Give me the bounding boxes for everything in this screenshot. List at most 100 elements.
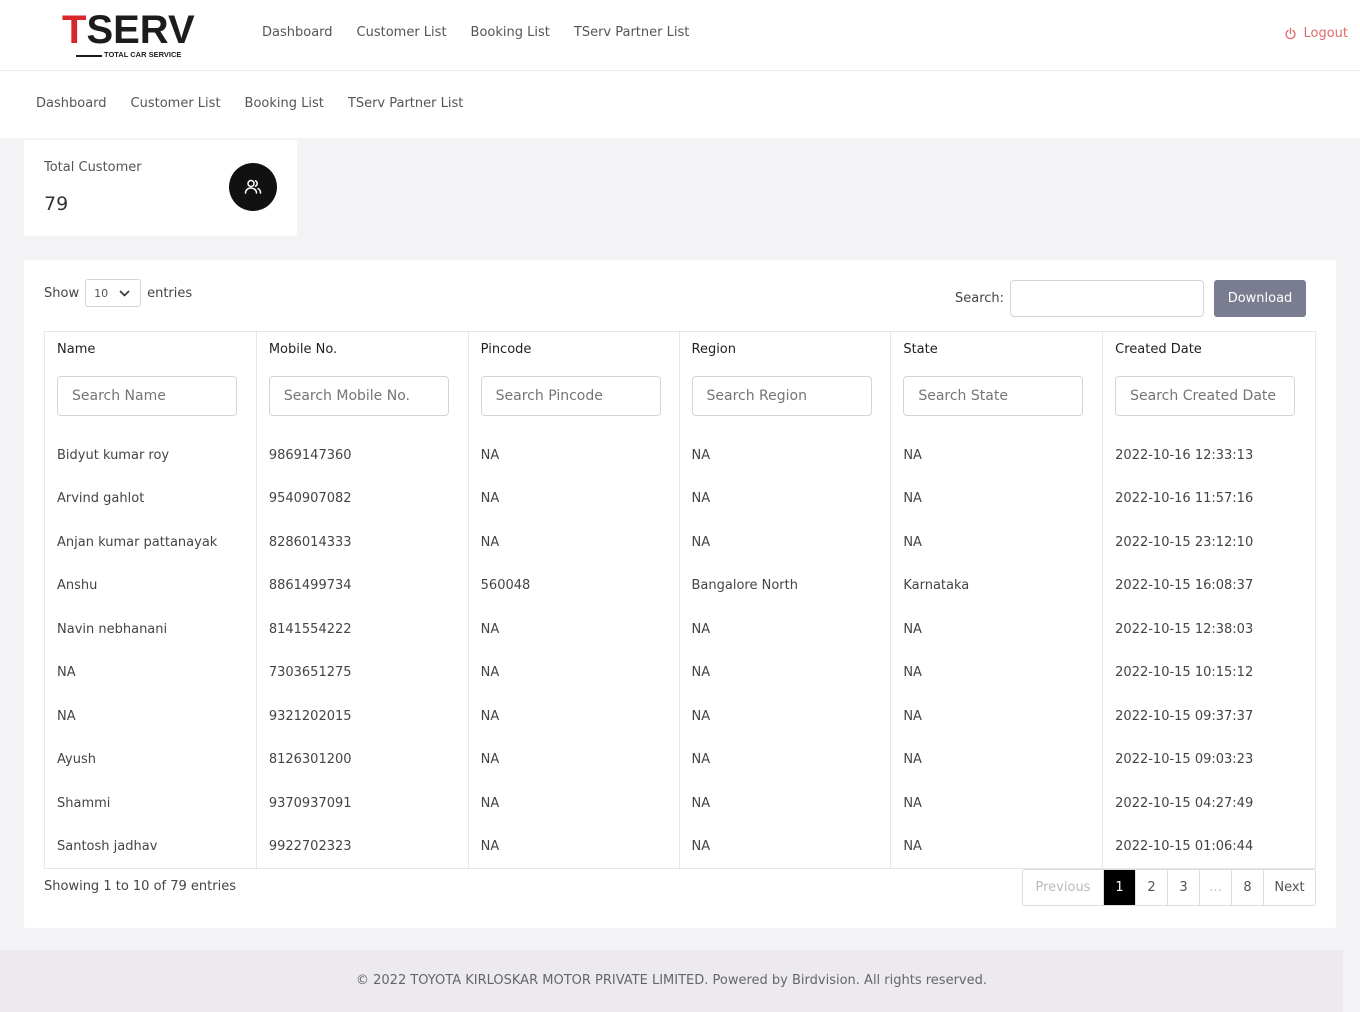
cell-name: Santosh jadhav bbox=[44, 825, 257, 869]
header-pincode[interactable]: Pincode bbox=[467, 331, 679, 376]
cell-state: NA bbox=[890, 781, 1103, 825]
logout-label: Logout bbox=[1303, 26, 1348, 41]
table-row[interactable]: Ayush 8126301200 NA NA NA 2022-10-15 09:03:23 bbox=[44, 738, 1316, 782]
top-nav-dashboard[interactable]: Dashboard bbox=[262, 25, 333, 40]
cell-name: Bidyut kumar roy bbox=[44, 433, 257, 477]
filter-row bbox=[44, 375, 1316, 434]
cell-mobile: 7303651275 bbox=[255, 651, 469, 695]
header-region[interactable]: Region bbox=[678, 331, 891, 376]
table-row[interactable]: Santosh jadhav 9922702323 NA NA NA 2022-10-15… bbox=[44, 825, 1316, 869]
page-1-button[interactable]: 1 bbox=[1103, 870, 1135, 905]
table-row[interactable]: Anshu 8861499734 560048 Bangalore North Karn… bbox=[44, 564, 1316, 608]
cell-state: NA bbox=[890, 520, 1103, 564]
download-button[interactable]: Download bbox=[1214, 280, 1306, 317]
sub-nav-partner-list[interactable]: TServ Partner List bbox=[348, 96, 463, 111]
cell-state: NA bbox=[890, 607, 1103, 651]
cell-state: NA bbox=[890, 825, 1103, 869]
tserv-logo[interactable]: TSERV TOTAL CAR SERVICE bbox=[62, 8, 195, 62]
cell-created-date: 2022-10-16 11:57:16 bbox=[1102, 477, 1316, 521]
search-label: Search: bbox=[955, 291, 1005, 306]
entries-label: entries bbox=[147, 285, 193, 301]
search-state-input[interactable] bbox=[903, 375, 1084, 416]
cell-mobile: 9370937091 bbox=[255, 781, 469, 825]
sub-nav-dashboard[interactable]: Dashboard bbox=[36, 96, 107, 111]
cell-pincode: NA bbox=[467, 781, 679, 825]
show-label: Show bbox=[44, 285, 80, 301]
stat-label: Total Customer bbox=[44, 160, 142, 175]
cell-pincode: NA bbox=[467, 607, 679, 651]
table-row[interactable]: Bidyut kumar roy 9869147360 NA NA NA 2022-10-… bbox=[44, 433, 1316, 477]
sub-nav-customer-list[interactable]: Customer List bbox=[131, 96, 221, 111]
page-8-button[interactable]: 8 bbox=[1231, 870, 1263, 905]
logo-serv: SERV bbox=[86, 8, 195, 52]
logo-tagline: TOTAL CAR SERVICE bbox=[104, 50, 182, 59]
table-row[interactable]: NA 7303651275 NA NA NA 2022-10-15 10:15:12 bbox=[44, 651, 1316, 695]
cell-name: Arvind gahlot bbox=[44, 477, 257, 521]
top-nav-partner-list[interactable]: TServ Partner List bbox=[574, 25, 689, 40]
entries-info: Showing 1 to 10 of 79 entries bbox=[44, 879, 236, 894]
cell-created-date: 2022-10-15 04:27:49 bbox=[1102, 781, 1316, 825]
cell-created-date: 2022-10-15 16:08:37 bbox=[1102, 564, 1316, 608]
search-name-input[interactable] bbox=[57, 375, 237, 416]
cell-state: NA bbox=[890, 738, 1103, 782]
header-state[interactable]: State bbox=[890, 331, 1103, 376]
table-row[interactable]: Anjan kumar pattanayak 8286014333 NA NA NA 20… bbox=[44, 520, 1316, 564]
table-row[interactable]: Shammi 9370937091 NA NA NA 2022-10-15 04:27:4… bbox=[44, 781, 1316, 825]
cell-mobile: 8141554222 bbox=[255, 607, 469, 651]
cell-region: Bangalore North bbox=[678, 564, 891, 608]
show-entries: Show 10 entries bbox=[44, 279, 192, 307]
cell-mobile: 9922702323 bbox=[255, 825, 469, 869]
search-pincode-input[interactable] bbox=[480, 375, 661, 416]
cell-created-date: 2022-10-16 12:33:13 bbox=[1102, 433, 1316, 477]
cell-created-date: 2022-10-15 12:38:03 bbox=[1102, 607, 1316, 651]
entries-select[interactable]: 10 bbox=[85, 279, 142, 307]
cell-state: Karnataka bbox=[890, 564, 1103, 608]
top-nav-customer-list[interactable]: Customer List bbox=[357, 25, 447, 40]
cell-created-date: 2022-10-15 09:37:37 bbox=[1102, 694, 1316, 738]
sub-nav: Dashboard Customer List Booking List TSe… bbox=[36, 96, 463, 111]
footer: © 2022 TOYOTA KIRLOSKAR MOTOR PRIVATE LI… bbox=[0, 950, 1343, 1012]
cell-pincode: NA bbox=[467, 520, 679, 564]
header-mobile[interactable]: Mobile No. bbox=[255, 331, 469, 376]
table-row[interactable]: NA 9321202015 NA NA NA 2022-10-15 09:37:37 bbox=[44, 694, 1316, 738]
logout-button[interactable]: Logout bbox=[1284, 26, 1348, 41]
cell-region: NA bbox=[678, 651, 891, 695]
cell-mobile: 9869147360 bbox=[255, 433, 469, 477]
page-ellipsis: … bbox=[1199, 870, 1231, 905]
cell-state: NA bbox=[890, 651, 1103, 695]
cell-name: Shammi bbox=[44, 781, 257, 825]
cell-created-date: 2022-10-15 23:12:10 bbox=[1102, 520, 1316, 564]
header-name[interactable]: Name bbox=[44, 331, 257, 376]
cell-region: NA bbox=[678, 738, 891, 782]
cell-mobile: 9540907082 bbox=[255, 477, 469, 521]
table-row[interactable]: Arvind gahlot 9540907082 NA NA NA 2022-10-16 … bbox=[44, 477, 1316, 521]
cell-state: NA bbox=[890, 477, 1103, 521]
power-icon bbox=[1285, 27, 1297, 40]
next-page-button[interactable]: Next bbox=[1263, 870, 1315, 905]
table-row[interactable]: Navin nebhanani 8141554222 NA NA NA 2022-10-1… bbox=[44, 607, 1316, 651]
cell-name: NA bbox=[44, 694, 257, 738]
cell-mobile: 8126301200 bbox=[255, 738, 469, 782]
search-input[interactable] bbox=[1010, 280, 1205, 317]
search-mobile-input[interactable] bbox=[268, 375, 449, 416]
cell-created-date: 2022-10-15 10:15:12 bbox=[1102, 651, 1316, 695]
sub-nav-booking-list[interactable]: Booking List bbox=[245, 96, 324, 111]
search-region-input[interactable] bbox=[691, 375, 872, 416]
cell-region: NA bbox=[678, 520, 891, 564]
cell-region: NA bbox=[678, 607, 891, 651]
search-area: Search: bbox=[955, 280, 1205, 317]
stat-value: 79 bbox=[44, 193, 69, 215]
cell-pincode: NA bbox=[467, 738, 679, 782]
page-2-button[interactable]: 2 bbox=[1135, 870, 1167, 905]
cell-mobile: 9321202015 bbox=[255, 694, 469, 738]
entries-value: 10 bbox=[94, 286, 109, 300]
header-created-date[interactable]: Created Date bbox=[1102, 331, 1316, 376]
search-created-date-input[interactable] bbox=[1115, 375, 1296, 416]
cell-created-date: 2022-10-15 01:06:44 bbox=[1102, 825, 1316, 869]
top-nav-booking-list[interactable]: Booking List bbox=[471, 25, 550, 40]
cell-pincode: NA bbox=[467, 477, 679, 521]
logo-wordmark: TSERV bbox=[62, 8, 195, 52]
previous-page-button[interactable]: Previous bbox=[1023, 870, 1103, 905]
page-3-button[interactable]: 3 bbox=[1167, 870, 1199, 905]
cell-region: NA bbox=[678, 825, 891, 869]
